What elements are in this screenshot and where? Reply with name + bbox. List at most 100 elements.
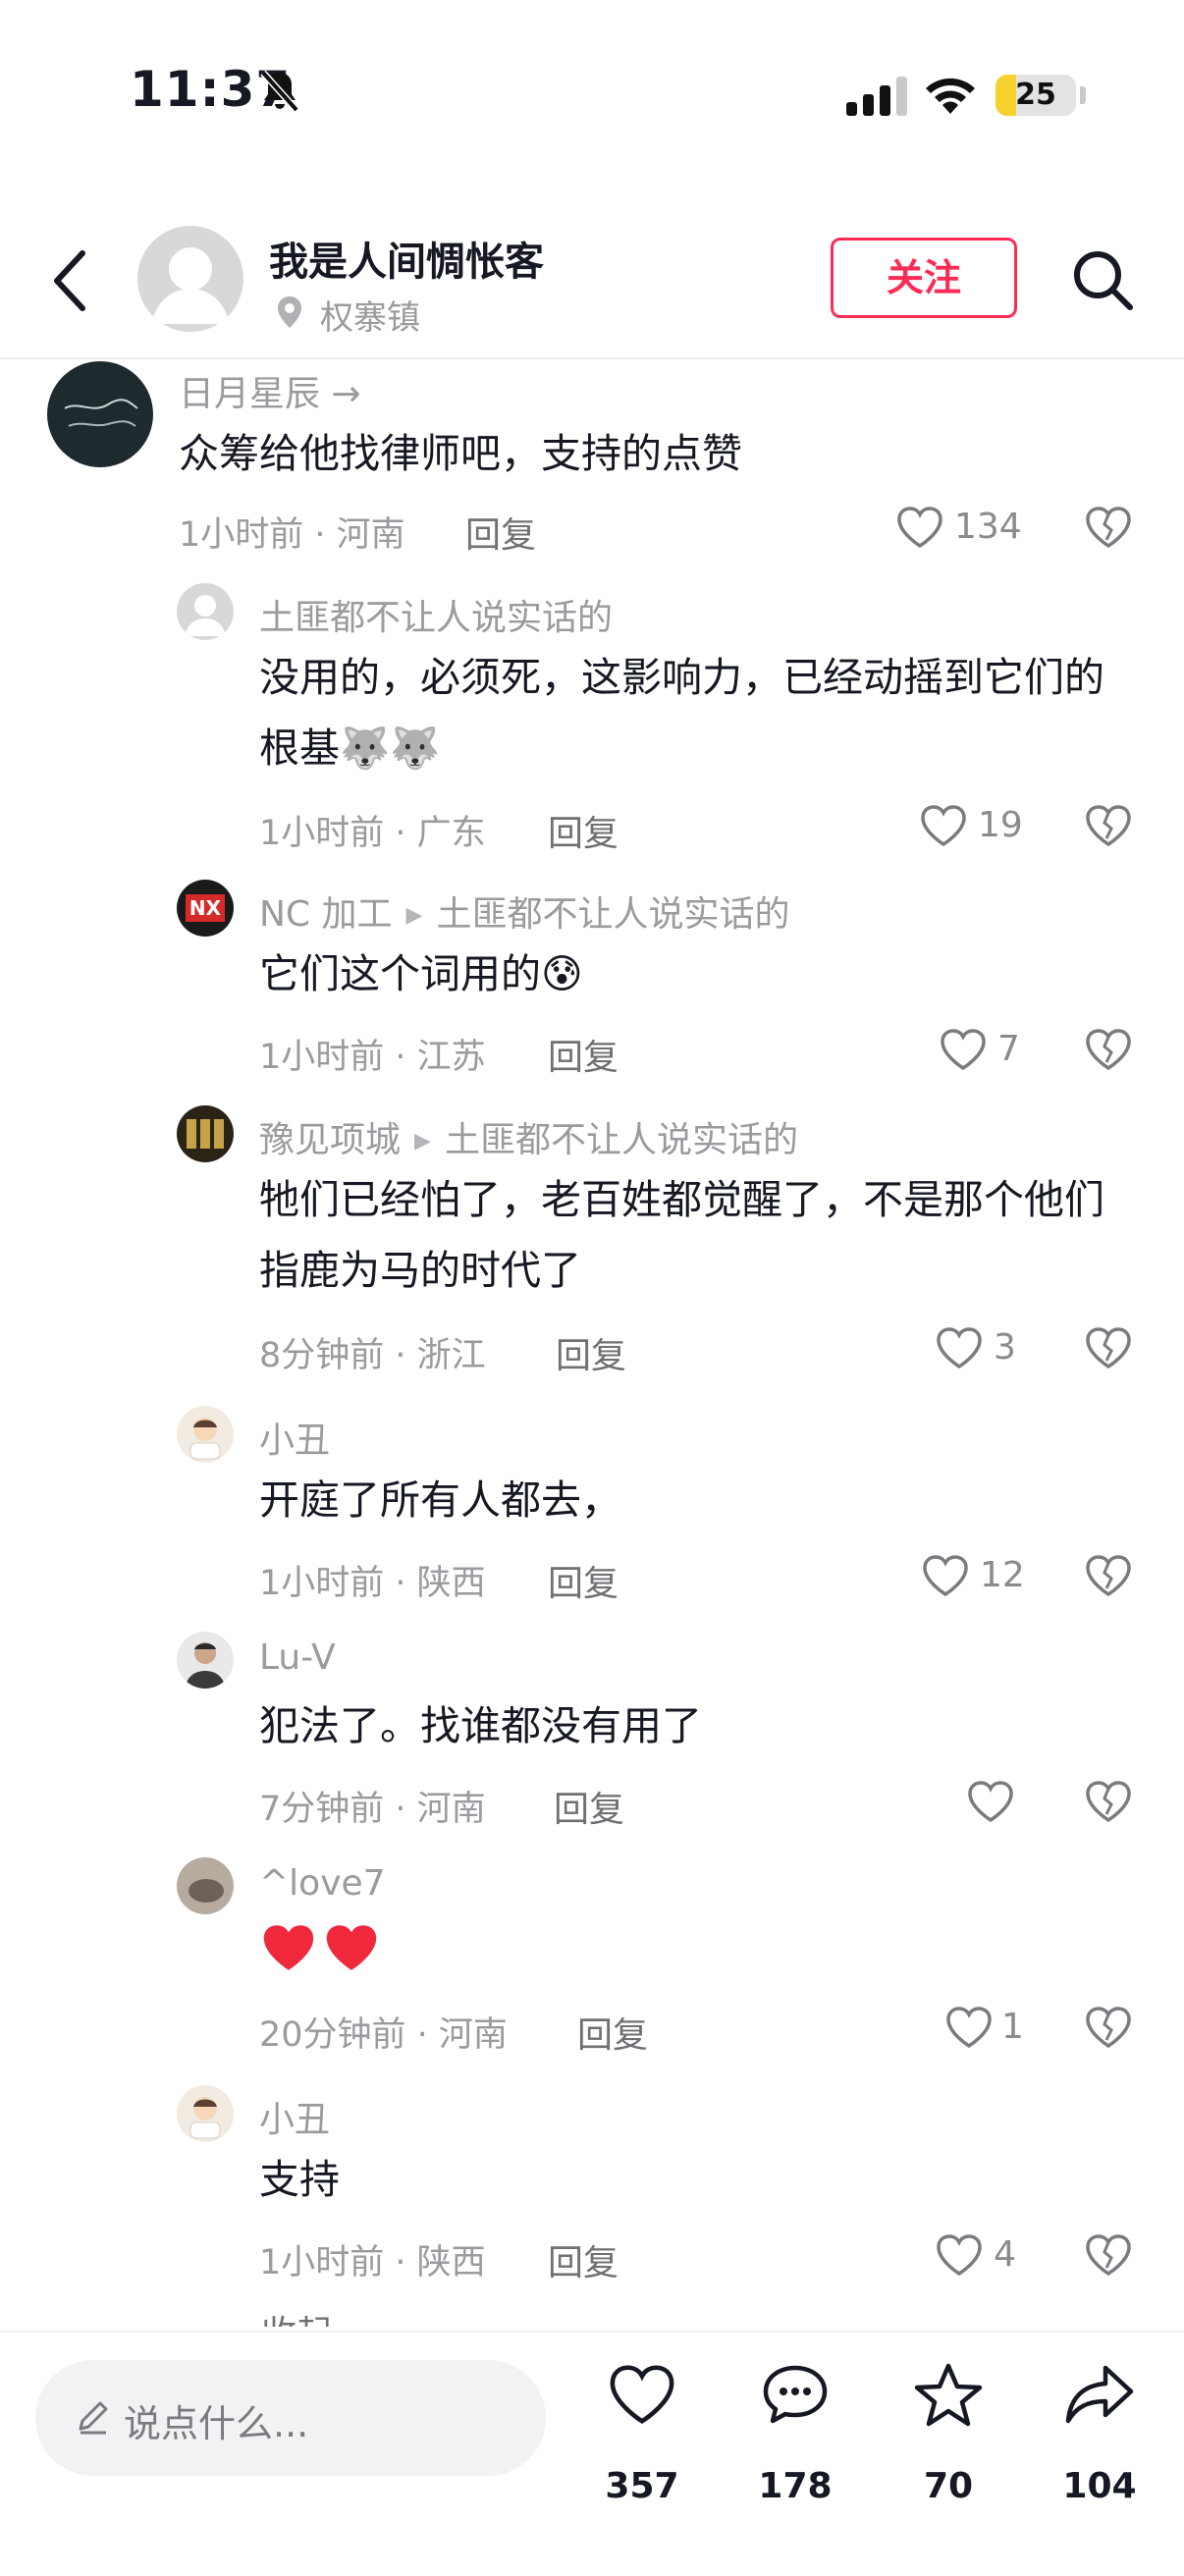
reply-triangle-icon: ▶ [414, 1129, 431, 1154]
commenter-avatar[interactable] [177, 1105, 234, 1162]
heart-outline-icon[interactable] [935, 1325, 984, 1374]
battery-level-text: 25 [1015, 78, 1056, 112]
author-avatar[interactable] [137, 226, 243, 332]
battery-cap [1080, 86, 1086, 104]
battery-indicator: 25 [996, 75, 1076, 116]
comment-text: 开庭了所有人都去， [259, 1476, 621, 1524]
commenter-avatar[interactable] [177, 583, 234, 640]
red-heart-emoji-icon [263, 1925, 314, 1970]
reply-button[interactable]: 回复 [465, 507, 536, 558]
like-action[interactable]: 357 [583, 2362, 701, 2506]
like-total: 357 [605, 2466, 679, 2506]
arrow-right-icon: → [320, 374, 361, 414]
broken-heart-icon[interactable] [1084, 1779, 1133, 1828]
comment-meta: 1小时前 · 河南 [179, 515, 405, 555]
like-count: 19 [978, 805, 1023, 845]
reply-button[interactable]: 回复 [554, 1781, 624, 1832]
reply-button[interactable]: 回复 [548, 1029, 619, 1080]
commenter-name[interactable]: 小丑 [259, 1412, 330, 1463]
heart-outline-icon[interactable] [919, 803, 968, 852]
reply-button[interactable]: 回复 [577, 2007, 648, 2058]
comment-meta: 8分钟前 · 浙江 [259, 1336, 486, 1375]
commenter-name[interactable]: Lu-V [259, 1637, 336, 1678]
pencil-icon [75, 2399, 112, 2441]
back-chevron-icon[interactable] [51, 249, 90, 316]
comment-meta: 1小时前 · 江苏 [259, 1038, 486, 1077]
author-location: 权寨镇 [320, 298, 420, 338]
comment-meta: 20分钟前 · 河南 [259, 2015, 508, 2055]
like-count: 7 [997, 1029, 1020, 1069]
like-count: 1 [1001, 2007, 1024, 2047]
reply-button[interactable]: 回复 [556, 1327, 626, 1378]
heart-outline-icon[interactable] [935, 2232, 984, 2281]
commenter-name[interactable]: NC 加工 ▶ 土匪都不让人说实话的 [259, 886, 789, 937]
heart-outline-icon[interactable] [966, 1779, 1015, 1828]
heart-outline-icon[interactable] [944, 2005, 994, 2054]
author-name[interactable]: 我是人间惆怅客 [269, 230, 544, 287]
comment-input-placeholder: 说点什么... [124, 2402, 309, 2445]
commenter-name[interactable]: 小丑 [259, 2091, 330, 2142]
reply-to-name: 土匪都不让人说实话的 [436, 894, 790, 935]
reply-button[interactable]: 回复 [548, 2234, 619, 2285]
commenter-name-text: NC 加工 [259, 894, 393, 935]
commenter-avatar[interactable] [177, 2085, 234, 2142]
commenter-name-text: 日月星辰 [179, 374, 321, 414]
commenter-name[interactable]: 豫见项城 ▶ 土匪都不让人说实话的 [259, 1111, 798, 1162]
like-count: 4 [994, 2234, 1016, 2275]
broken-heart-icon[interactable] [1084, 1553, 1133, 1602]
red-heart-emoji-icon [326, 1925, 377, 1970]
commenter-avatar[interactable] [177, 1857, 234, 1914]
bottom-action-bar: 说点什么... 357 178 70 104 [0, 2331, 1184, 2576]
status-bar: 11:37 25 [0, 0, 1184, 196]
broken-heart-icon[interactable] [1084, 1325, 1133, 1374]
comment-meta: 7分钟前 · 河南 [259, 1790, 486, 1829]
comment-text: 它们这个词用的😰 [259, 950, 583, 997]
bell-muted-icon [257, 69, 302, 118]
commenter-name[interactable]: ^love7 [259, 1863, 386, 1904]
profile-header: 我是人间惆怅客 权寨镇 关注 [0, 206, 1184, 359]
comment-text: 众筹给他找律师吧，支持的点赞 [179, 430, 742, 477]
comment-text [259, 1916, 1133, 1987]
wifi-icon [923, 71, 978, 118]
commenter-name[interactable]: 日月星辰 → [179, 365, 361, 416]
broken-heart-icon[interactable] [1084, 2232, 1133, 2281]
comment-total: 178 [758, 2466, 833, 2506]
cellular-signal-icon [846, 77, 909, 120]
reply-to-name: 土匪都不让人说实话的 [444, 1120, 798, 1160]
comment-text: 支持 [259, 2156, 340, 2203]
like-count: 3 [994, 1327, 1016, 1368]
reply-button[interactable]: 回复 [548, 1555, 619, 1606]
commenter-avatar[interactable] [47, 361, 153, 467]
commenter-avatar[interactable] [177, 1406, 234, 1463]
commenter-name-text: 豫见项城 [259, 1120, 402, 1160]
heart-outline-icon[interactable] [921, 1553, 970, 1602]
commenter-name[interactable]: 土匪都不让人说实话的 [259, 589, 613, 640]
like-count: 134 [954, 507, 1022, 547]
comment-input[interactable]: 说点什么... [35, 2360, 546, 2476]
comment-text: 犯法了。找谁都没有用了 [259, 1702, 702, 1749]
share-action[interactable]: 104 [1041, 2362, 1158, 2506]
share-total: 104 [1062, 2466, 1137, 2506]
commenter-avatar[interactable]: NX [177, 880, 234, 937]
collapse-replies-button[interactable]: 收起 [261, 2305, 332, 2327]
heart-outline-icon[interactable] [895, 505, 944, 554]
commenter-avatar[interactable] [177, 1632, 234, 1689]
comment-meta: 1小时前 · 陕西 [259, 2243, 486, 2282]
comment-meta: 1小时前 · 广东 [259, 814, 486, 853]
follow-button[interactable]: 关注 [831, 238, 1017, 318]
comment-text: 没用的，必须死，这影响力，已经动摇到它们的根基🐺🐺 [259, 654, 1104, 772]
avatar-badge-text: NX [186, 894, 225, 922]
broken-heart-icon[interactable] [1084, 803, 1133, 852]
comment-meta: 1小时前 · 陕西 [259, 1564, 486, 1603]
location-pin-icon [275, 295, 304, 334]
comment-action[interactable]: 178 [736, 2362, 854, 2506]
broken-heart-icon[interactable] [1084, 1027, 1133, 1076]
favorite-action[interactable]: 70 [889, 2362, 1007, 2506]
favorite-total: 70 [923, 2466, 974, 2506]
search-icon[interactable] [1070, 247, 1135, 316]
like-count: 12 [980, 1555, 1025, 1595]
broken-heart-icon[interactable] [1084, 2005, 1133, 2054]
reply-button[interactable]: 回复 [548, 805, 619, 856]
broken-heart-icon[interactable] [1084, 505, 1133, 554]
heart-outline-icon[interactable] [939, 1027, 988, 1076]
